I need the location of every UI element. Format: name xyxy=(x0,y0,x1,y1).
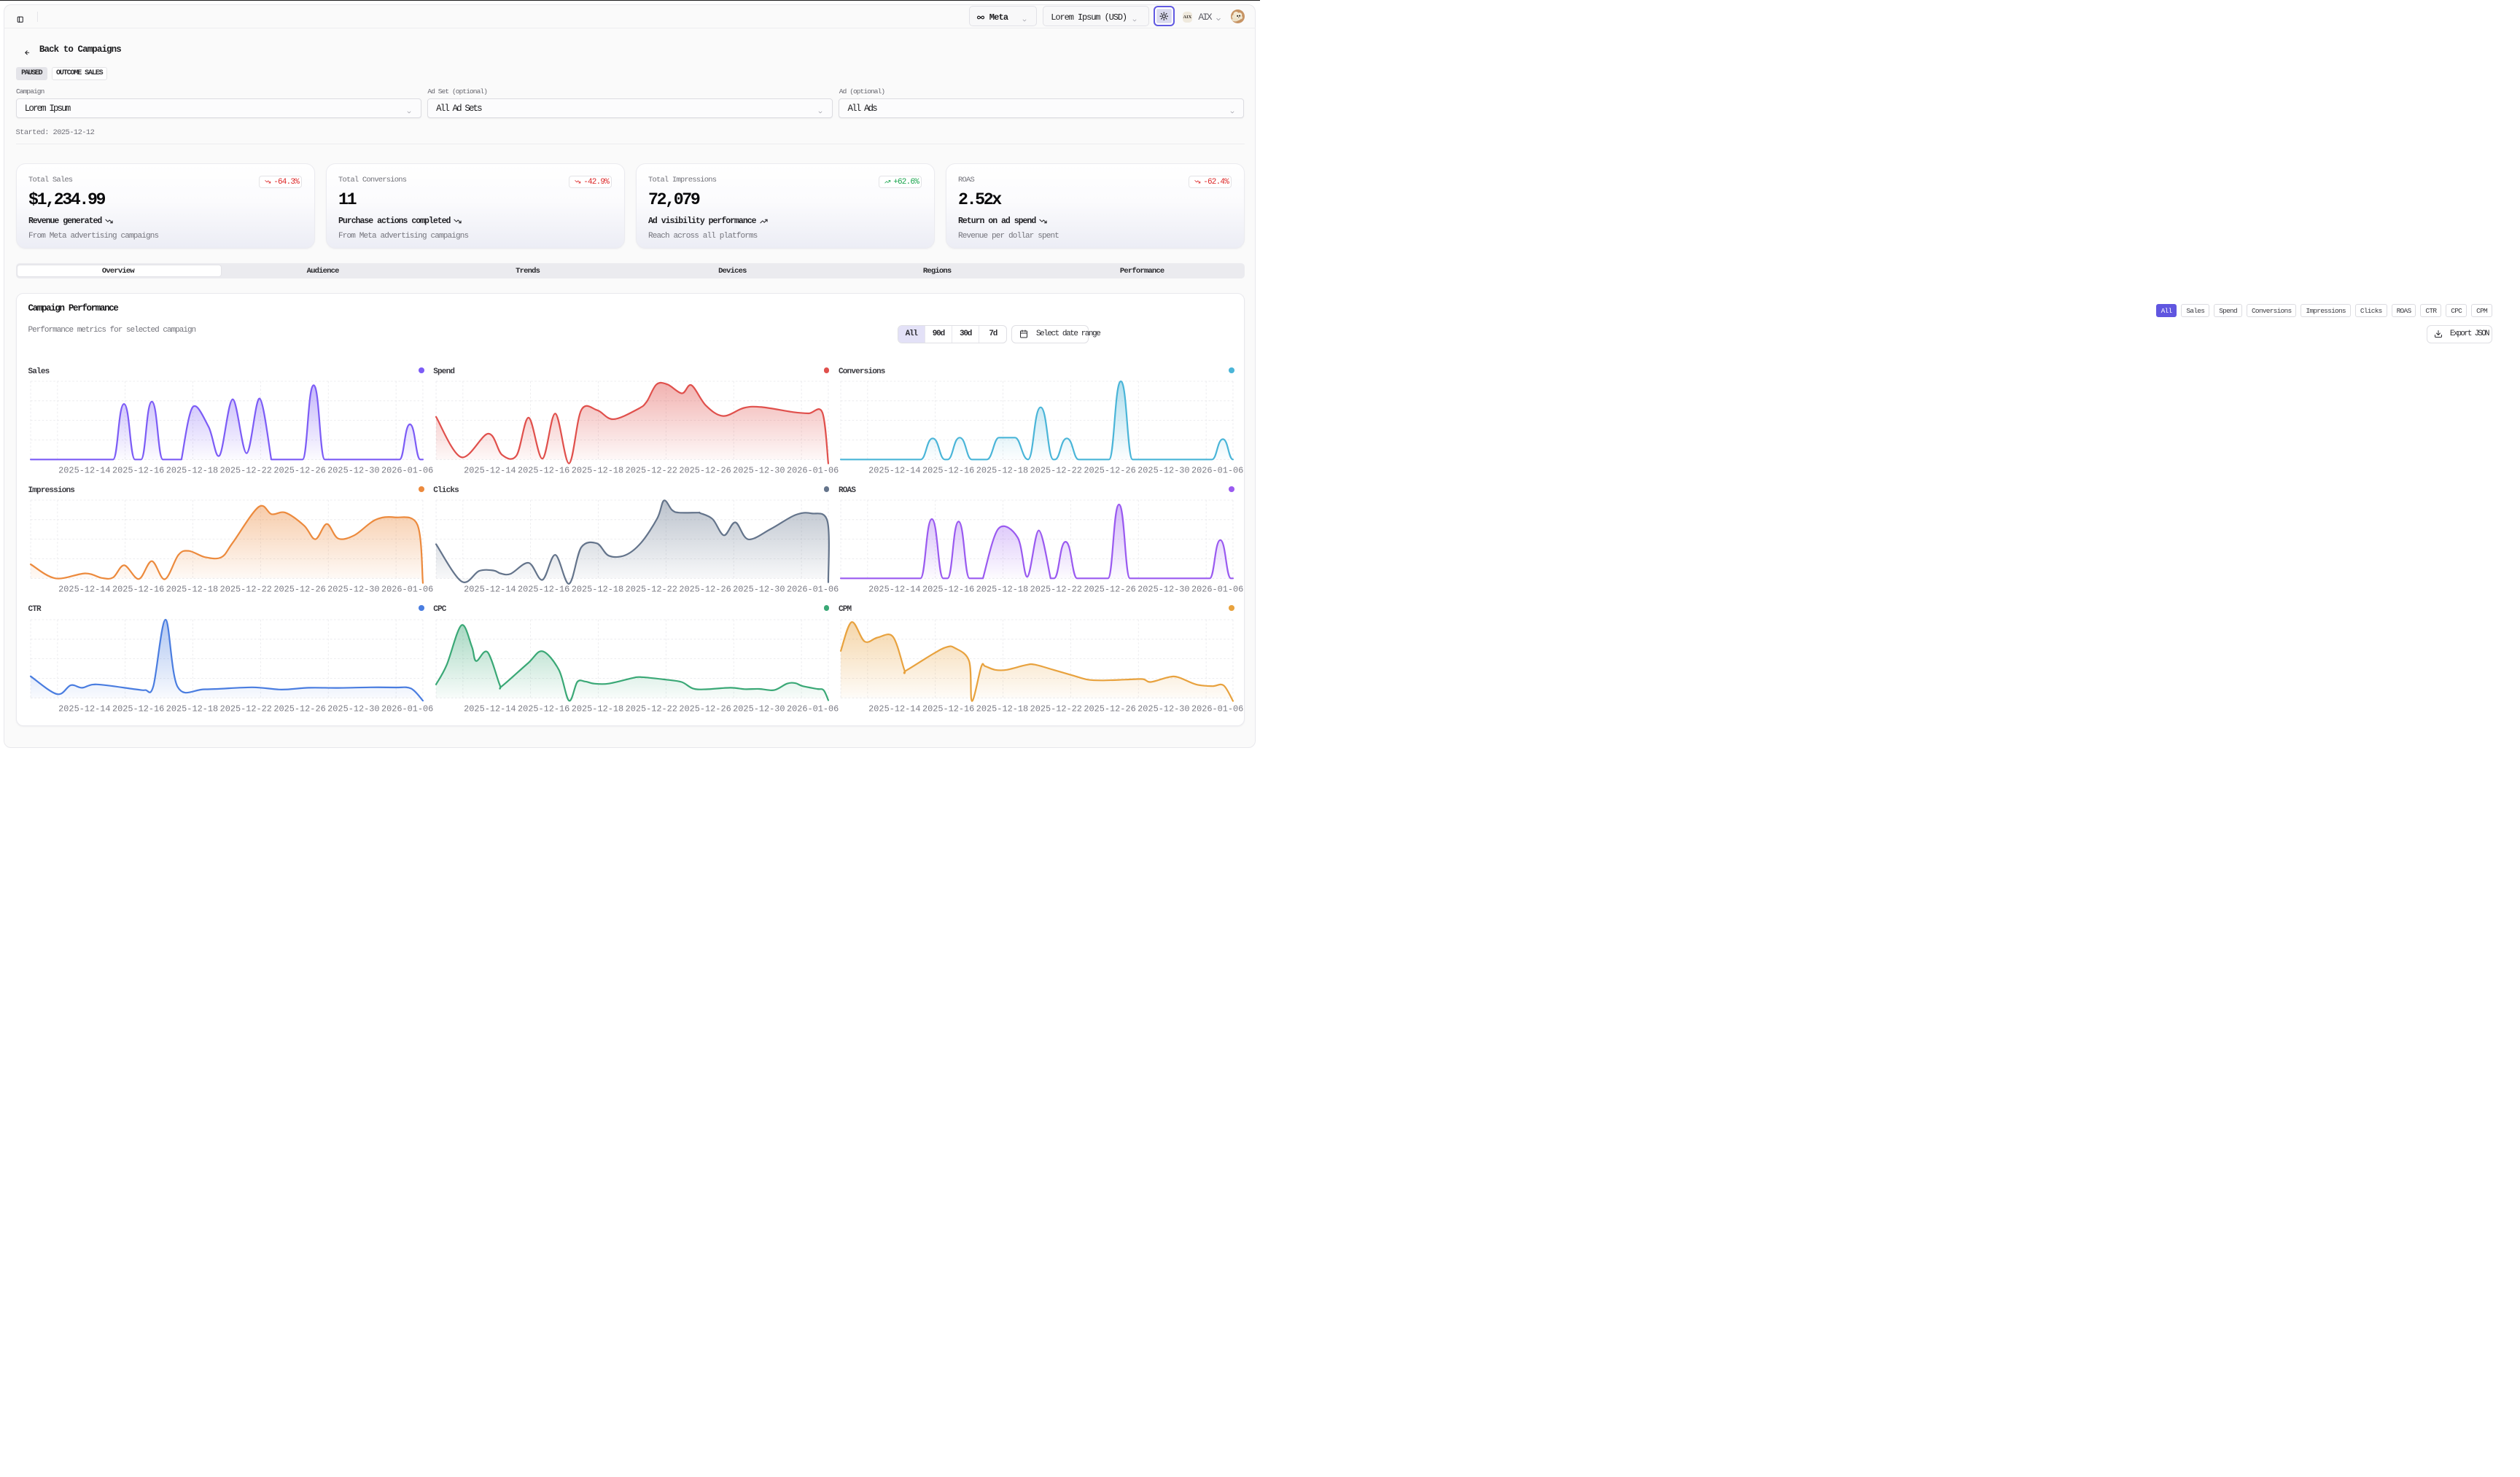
svg-text:2025-12-30: 2025-12-30 xyxy=(327,465,379,475)
svg-text:2026-01-06: 2026-01-06 xyxy=(1191,585,1243,595)
svg-text:2025-12-22: 2025-12-22 xyxy=(625,585,677,595)
svg-text:2025-12-26: 2025-12-26 xyxy=(273,704,325,714)
svg-text:2025-12-14: 2025-12-14 xyxy=(868,465,920,475)
svg-text:2025-12-16: 2025-12-16 xyxy=(922,465,974,475)
svg-text:2026-01-06: 2026-01-06 xyxy=(1191,465,1243,475)
svg-text:2025-12-30: 2025-12-30 xyxy=(327,704,379,714)
svg-text:2025-12-16: 2025-12-16 xyxy=(922,585,974,595)
svg-text:2026-01-06: 2026-01-06 xyxy=(786,465,838,475)
svg-text:2025-12-16: 2025-12-16 xyxy=(112,585,164,595)
svg-text:2025-12-30: 2025-12-30 xyxy=(733,704,785,714)
svg-text:2025-12-30: 2025-12-30 xyxy=(1138,465,1189,475)
svg-text:2025-12-22: 2025-12-22 xyxy=(219,465,271,475)
svg-text:2025-12-14: 2025-12-14 xyxy=(58,704,110,714)
svg-text:2025-12-18: 2025-12-18 xyxy=(571,704,623,714)
svg-text:2025-12-14: 2025-12-14 xyxy=(868,585,920,595)
svg-text:2025-12-22: 2025-12-22 xyxy=(1030,704,1082,714)
svg-text:2025-12-16: 2025-12-16 xyxy=(517,585,569,595)
svg-text:2025-12-18: 2025-12-18 xyxy=(976,465,1028,475)
svg-text:2025-12-16: 2025-12-16 xyxy=(922,704,974,714)
svg-text:2025-12-30: 2025-12-30 xyxy=(733,585,785,595)
svg-text:2025-12-22: 2025-12-22 xyxy=(219,704,271,714)
svg-text:2025-12-30: 2025-12-30 xyxy=(733,465,785,475)
svg-text:2025-12-22: 2025-12-22 xyxy=(219,585,271,595)
svg-text:2026-01-06: 2026-01-06 xyxy=(786,585,838,595)
svg-text:2026-01-06: 2026-01-06 xyxy=(786,704,838,714)
svg-text:2025-12-14: 2025-12-14 xyxy=(464,585,516,595)
svg-text:2025-12-14: 2025-12-14 xyxy=(58,585,110,595)
svg-text:2025-12-26: 2025-12-26 xyxy=(679,585,731,595)
svg-text:2025-12-16: 2025-12-16 xyxy=(517,465,569,475)
svg-text:2026-01-06: 2026-01-06 xyxy=(381,585,433,595)
svg-text:2025-12-16: 2025-12-16 xyxy=(517,704,569,714)
svg-text:2025-12-30: 2025-12-30 xyxy=(327,585,379,595)
svg-text:2025-12-18: 2025-12-18 xyxy=(976,704,1028,714)
svg-text:2025-12-14: 2025-12-14 xyxy=(58,465,110,475)
svg-text:2025-12-18: 2025-12-18 xyxy=(166,585,217,595)
svg-text:2025-12-14: 2025-12-14 xyxy=(868,704,920,714)
svg-text:2026-01-06: 2026-01-06 xyxy=(1191,704,1243,714)
svg-text:2025-12-30: 2025-12-30 xyxy=(1138,704,1189,714)
svg-text:2025-12-26: 2025-12-26 xyxy=(1084,704,1136,714)
svg-text:2025-12-14: 2025-12-14 xyxy=(464,704,516,714)
svg-text:2026-01-06: 2026-01-06 xyxy=(381,704,433,714)
svg-text:2025-12-18: 2025-12-18 xyxy=(571,465,623,475)
svg-text:2025-12-22: 2025-12-22 xyxy=(1030,465,1082,475)
svg-text:2025-12-30: 2025-12-30 xyxy=(1138,585,1189,595)
svg-text:2025-12-18: 2025-12-18 xyxy=(571,585,623,595)
svg-text:2025-12-16: 2025-12-16 xyxy=(112,465,164,475)
svg-text:2025-12-26: 2025-12-26 xyxy=(1084,585,1136,595)
svg-text:2025-12-22: 2025-12-22 xyxy=(625,704,677,714)
svg-text:2025-12-22: 2025-12-22 xyxy=(1030,585,1082,595)
svg-text:2025-12-18: 2025-12-18 xyxy=(166,704,217,714)
svg-text:2025-12-14: 2025-12-14 xyxy=(464,465,516,475)
svg-text:2025-12-26: 2025-12-26 xyxy=(273,465,325,475)
svg-text:2025-12-16: 2025-12-16 xyxy=(112,704,164,714)
svg-text:2025-12-18: 2025-12-18 xyxy=(976,585,1028,595)
svg-text:2025-12-22: 2025-12-22 xyxy=(625,465,677,475)
svg-text:2025-12-26: 2025-12-26 xyxy=(679,465,731,475)
svg-text:2025-12-26: 2025-12-26 xyxy=(679,704,731,714)
svg-text:2025-12-18: 2025-12-18 xyxy=(166,465,217,475)
svg-text:2025-12-26: 2025-12-26 xyxy=(1084,465,1136,475)
svg-text:2025-12-26: 2025-12-26 xyxy=(273,585,325,595)
svg-text:2026-01-06: 2026-01-06 xyxy=(381,465,433,475)
